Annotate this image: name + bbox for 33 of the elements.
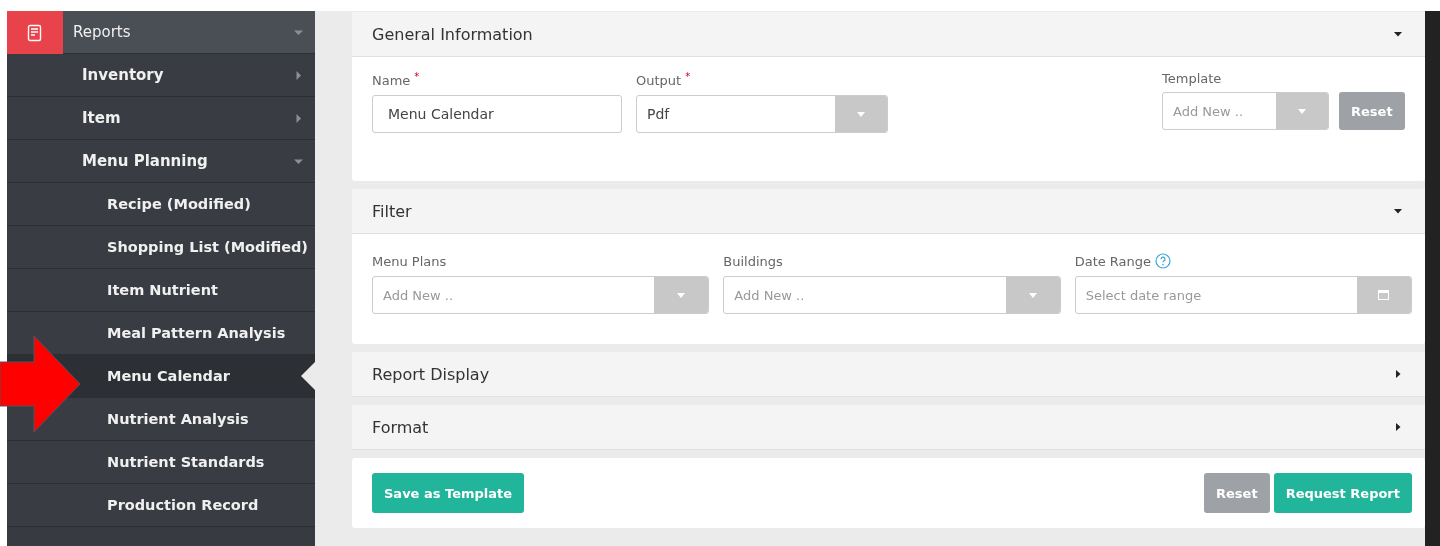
- calendar-button[interactable]: [1357, 277, 1411, 313]
- panel-header[interactable]: General Information: [352, 12, 1425, 57]
- caret-icon: [1394, 370, 1402, 378]
- field-label: Menu Plans: [372, 253, 447, 269]
- required-marker: *: [685, 71, 691, 82]
- field-label: Name: [372, 72, 411, 88]
- caret-icon: [1394, 30, 1402, 38]
- required-marker: *: [414, 71, 420, 82]
- dropdown-button[interactable]: [1005, 277, 1060, 313]
- report-icon: [27, 23, 43, 42]
- caret-icon: [1394, 423, 1402, 431]
- output-select[interactable]: Pdf: [636, 95, 888, 133]
- field-label: Template: [1162, 71, 1223, 86]
- caret-icon: [294, 70, 303, 80]
- dropdown-button[interactable]: [835, 96, 887, 132]
- caret-icon: [857, 111, 865, 117]
- caret-icon: [677, 292, 686, 298]
- sidebar-item[interactable]: Reports: [63, 11, 315, 54]
- field-label: Date Range: [1074, 253, 1152, 269]
- caret-icon: [1028, 292, 1037, 298]
- calendar-icon: [1378, 290, 1390, 300]
- caret-icon: [1298, 108, 1306, 114]
- field-label: Output: [636, 72, 682, 88]
- help-icon[interactable]: [1155, 253, 1172, 269]
- panel-header[interactable]: Format: [352, 405, 1425, 450]
- panel-header[interactable]: Filter: [352, 189, 1425, 234]
- dropdown-button[interactable]: [654, 277, 709, 313]
- dropdown-button[interactable]: [1276, 93, 1328, 129]
- caret-icon: [294, 113, 303, 123]
- name-field[interactable]: Menu Calendar: [372, 95, 622, 133]
- field-label: Buildings: [723, 253, 783, 269]
- caret-icon: [1394, 207, 1402, 215]
- panel-header[interactable]: Report Display: [352, 352, 1425, 397]
